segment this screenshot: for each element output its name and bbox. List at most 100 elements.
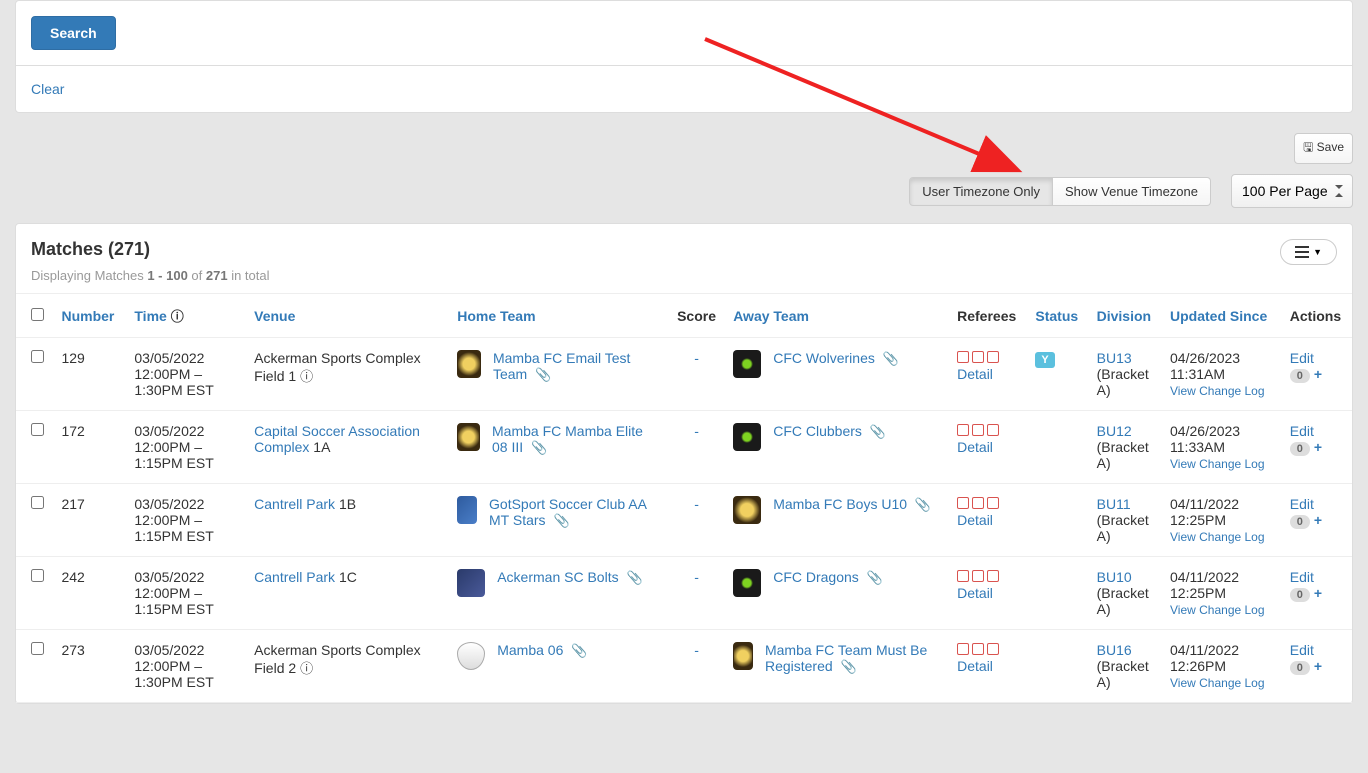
referee-detail-link[interactable]: Detail: [957, 366, 993, 382]
venue-link[interactable]: Capital Soccer Association Complex: [254, 423, 420, 455]
col-number[interactable]: Number: [53, 294, 126, 338]
col-status[interactable]: Status: [1027, 294, 1088, 338]
matches-panel: Matches (271) Displaying Matches 1 - 100…: [15, 223, 1353, 704]
home-team-link[interactable]: Ackerman SC Bolts: [497, 569, 618, 585]
cell-away-team: CFC Clubbers 📎: [725, 411, 949, 484]
save-button[interactable]: 🖫 Save: [1294, 133, 1353, 164]
cell-score[interactable]: -: [668, 411, 725, 484]
list-icon: [1295, 246, 1309, 258]
home-team-link[interactable]: Mamba FC Email Test Team: [493, 350, 630, 382]
view-change-log-link[interactable]: View Change Log: [1170, 676, 1265, 690]
col-updated-since[interactable]: Updated Since: [1162, 294, 1282, 338]
edit-link[interactable]: Edit: [1290, 642, 1314, 658]
edit-link[interactable]: Edit: [1290, 496, 1314, 512]
referee-slots[interactable]: [957, 424, 999, 436]
away-team-link[interactable]: CFC Clubbers: [773, 423, 862, 439]
cell-score[interactable]: -: [668, 557, 725, 630]
add-icon[interactable]: +: [1314, 366, 1322, 382]
division-link[interactable]: BU13: [1097, 350, 1132, 366]
add-icon[interactable]: +: [1314, 512, 1322, 528]
home-team-link[interactable]: Mamba FC Mamba Elite 08 III: [492, 423, 643, 455]
view-change-log-link[interactable]: View Change Log: [1170, 603, 1265, 617]
attachment-icon[interactable]: 📎: [626, 570, 642, 585]
col-venue[interactable]: Venue: [246, 294, 449, 338]
row-checkbox[interactable]: [31, 569, 44, 582]
away-team-link[interactable]: CFC Dragons: [773, 569, 859, 585]
away-team-link[interactable]: Mamba FC Boys U10: [773, 496, 907, 512]
add-icon[interactable]: +: [1314, 439, 1322, 455]
referee-slot-icon[interactable]: [972, 643, 984, 655]
division-link[interactable]: BU10: [1097, 569, 1132, 585]
venue-link[interactable]: Cantrell Park: [254, 569, 335, 585]
add-icon[interactable]: +: [1314, 585, 1322, 601]
home-team-link[interactable]: Mamba 06: [497, 642, 563, 658]
col-home-team[interactable]: Home Team: [449, 294, 668, 338]
venue-timezone-button[interactable]: Show Venue Timezone: [1053, 177, 1211, 206]
referee-detail-link[interactable]: Detail: [957, 658, 993, 674]
cell-updated: 04/11/2022 12:25PM View Change Log: [1162, 557, 1282, 630]
view-change-log-link[interactable]: View Change Log: [1170, 457, 1265, 471]
referee-slot-icon[interactable]: [987, 570, 999, 582]
referee-slot-icon[interactable]: [987, 497, 999, 509]
cell-score[interactable]: -: [668, 338, 725, 411]
referee-slots[interactable]: [957, 570, 999, 582]
col-away-team[interactable]: Away Team: [725, 294, 949, 338]
referee-slots[interactable]: [957, 643, 999, 655]
referee-slot-icon[interactable]: [972, 497, 984, 509]
cell-number: 273: [53, 630, 126, 703]
division-link[interactable]: BU11: [1097, 496, 1131, 512]
referee-slot-icon[interactable]: [972, 424, 984, 436]
row-checkbox[interactable]: [31, 496, 44, 509]
referee-slot-icon[interactable]: [957, 570, 969, 582]
referee-slot-icon[interactable]: [972, 351, 984, 363]
referee-slot-icon[interactable]: [957, 497, 969, 509]
per-page-select[interactable]: 100 Per Page: [1231, 174, 1353, 208]
clear-link[interactable]: Clear: [31, 81, 64, 97]
info-icon: ⓘ: [300, 366, 313, 385]
referee-detail-link[interactable]: Detail: [957, 439, 993, 455]
division-link[interactable]: BU16: [1097, 642, 1132, 658]
edit-link[interactable]: Edit: [1290, 423, 1314, 439]
referee-slot-icon[interactable]: [957, 643, 969, 655]
referee-slot-icon[interactable]: [957, 424, 969, 436]
division-link[interactable]: BU12: [1097, 423, 1132, 439]
view-change-log-link[interactable]: View Change Log: [1170, 530, 1265, 544]
row-checkbox[interactable]: [31, 423, 44, 436]
cell-score[interactable]: -: [668, 484, 725, 557]
referee-slots[interactable]: [957, 351, 999, 363]
cell-score[interactable]: -: [668, 630, 725, 703]
row-checkbox[interactable]: [31, 350, 44, 363]
referee-slot-icon[interactable]: [987, 424, 999, 436]
columns-menu-button[interactable]: ▼: [1280, 239, 1337, 265]
edit-link[interactable]: Edit: [1290, 569, 1314, 585]
referee-detail-link[interactable]: Detail: [957, 585, 993, 601]
col-division[interactable]: Division: [1089, 294, 1162, 338]
attachment-icon[interactable]: 📎: [531, 440, 547, 455]
row-checkbox[interactable]: [31, 642, 44, 655]
attachment-icon[interactable]: 📎: [841, 659, 857, 674]
away-team-link[interactable]: CFC Wolverines: [773, 350, 875, 366]
referee-detail-link[interactable]: Detail: [957, 512, 993, 528]
attachment-icon[interactable]: 📎: [867, 570, 883, 585]
attachment-icon[interactable]: 📎: [883, 351, 899, 366]
cell-time: 03/05/2022 12:00PM – 1:30PM EST: [126, 338, 246, 411]
col-time[interactable]: Time ⓘ: [126, 294, 246, 338]
attachment-icon[interactable]: 📎: [553, 513, 569, 528]
referee-slot-icon[interactable]: [972, 570, 984, 582]
add-icon[interactable]: +: [1314, 658, 1322, 674]
view-change-log-link[interactable]: View Change Log: [1170, 384, 1265, 398]
referee-slot-icon[interactable]: [987, 643, 999, 655]
edit-link[interactable]: Edit: [1290, 350, 1314, 366]
referee-slot-icon[interactable]: [987, 351, 999, 363]
select-all-checkbox[interactable]: [31, 308, 44, 321]
search-button[interactable]: Search: [31, 16, 116, 50]
attachment-icon[interactable]: 📎: [870, 424, 886, 439]
table-row: 273 03/05/2022 12:00PM – 1:30PM EST Acke…: [16, 630, 1352, 703]
referee-slot-icon[interactable]: [957, 351, 969, 363]
user-timezone-button[interactable]: User Timezone Only: [909, 177, 1053, 206]
attachment-icon[interactable]: 📎: [535, 367, 551, 382]
attachment-icon[interactable]: 📎: [915, 497, 931, 512]
venue-link[interactable]: Cantrell Park: [254, 496, 335, 512]
referee-slots[interactable]: [957, 497, 999, 509]
attachment-icon[interactable]: 📎: [571, 643, 587, 658]
